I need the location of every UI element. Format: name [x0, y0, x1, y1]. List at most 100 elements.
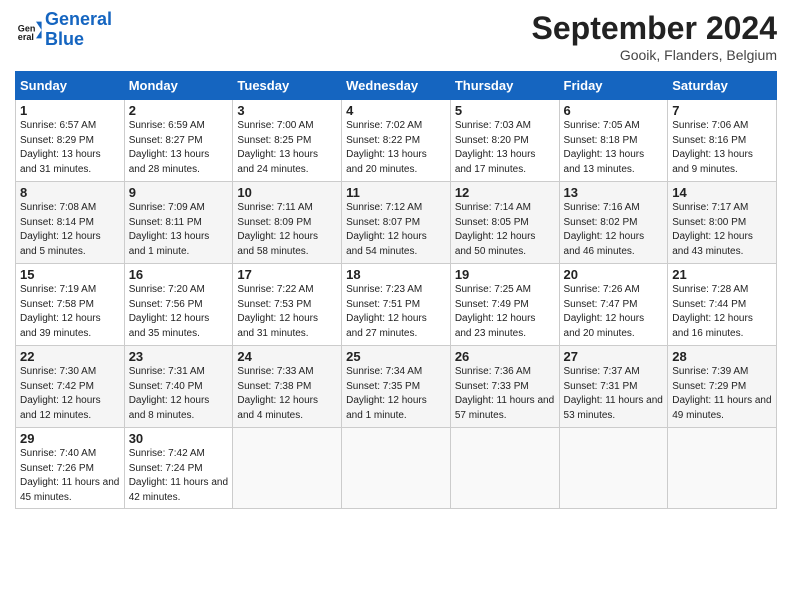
- calendar-cell: 13 Sunrise: 7:16 AMSunset: 8:02 PMDaylig…: [559, 182, 668, 264]
- week-row-3: 15 Sunrise: 7:19 AMSunset: 7:58 PMDaylig…: [16, 264, 777, 346]
- calendar-cell: 19 Sunrise: 7:25 AMSunset: 7:49 PMDaylig…: [450, 264, 559, 346]
- calendar-cell: 29 Sunrise: 7:40 AMSunset: 7:26 PMDaylig…: [16, 428, 125, 509]
- day-number: 1: [20, 103, 120, 118]
- svg-text:eral: eral: [18, 32, 34, 42]
- day-number: 17: [237, 267, 337, 282]
- calendar-cell: [342, 428, 451, 509]
- calendar-cell: 22 Sunrise: 7:30 AMSunset: 7:42 PMDaylig…: [16, 346, 125, 428]
- day-info: Sunrise: 7:19 AMSunset: 7:58 PMDaylight:…: [20, 284, 101, 339]
- calendar-cell: 4 Sunrise: 7:02 AMSunset: 8:22 PMDayligh…: [342, 100, 451, 182]
- calendar-cell: 26 Sunrise: 7:36 AMSunset: 7:33 PMDaylig…: [450, 346, 559, 428]
- day-info: Sunrise: 7:31 AMSunset: 7:40 PMDaylight:…: [129, 366, 210, 421]
- day-number: 18: [346, 267, 446, 282]
- week-row-4: 22 Sunrise: 7:30 AMSunset: 7:42 PMDaylig…: [16, 346, 777, 428]
- calendar-cell: [233, 428, 342, 509]
- calendar-cell: 5 Sunrise: 7:03 AMSunset: 8:20 PMDayligh…: [450, 100, 559, 182]
- week-row-1: 1 Sunrise: 6:57 AMSunset: 8:29 PMDayligh…: [16, 100, 777, 182]
- day-number: 2: [129, 103, 229, 118]
- day-number: 22: [20, 349, 120, 364]
- calendar-cell: 11 Sunrise: 7:12 AMSunset: 8:07 PMDaylig…: [342, 182, 451, 264]
- title-block: September 2024 Gooik, Flanders, Belgium: [532, 10, 777, 63]
- logo: Gen eral General Blue: [15, 10, 112, 50]
- day-info: Sunrise: 7:12 AMSunset: 8:07 PMDaylight:…: [346, 202, 427, 257]
- header-row: SundayMondayTuesdayWednesdayThursdayFrid…: [16, 72, 777, 100]
- day-number: 13: [564, 185, 664, 200]
- day-info: Sunrise: 7:22 AMSunset: 7:53 PMDaylight:…: [237, 284, 318, 339]
- calendar-cell: 8 Sunrise: 7:08 AMSunset: 8:14 PMDayligh…: [16, 182, 125, 264]
- day-info: Sunrise: 7:28 AMSunset: 7:44 PMDaylight:…: [672, 284, 753, 339]
- calendar-cell: 30 Sunrise: 7:42 AMSunset: 7:24 PMDaylig…: [124, 428, 233, 509]
- day-info: Sunrise: 7:14 AMSunset: 8:05 PMDaylight:…: [455, 202, 536, 257]
- col-header-thursday: Thursday: [450, 72, 559, 100]
- day-number: 11: [346, 185, 446, 200]
- col-header-sunday: Sunday: [16, 72, 125, 100]
- day-number: 14: [672, 185, 772, 200]
- calendar-cell: 2 Sunrise: 6:59 AMSunset: 8:27 PMDayligh…: [124, 100, 233, 182]
- day-number: 5: [455, 103, 555, 118]
- day-number: 7: [672, 103, 772, 118]
- calendar-cell: [668, 428, 777, 509]
- calendar-cell: 15 Sunrise: 7:19 AMSunset: 7:58 PMDaylig…: [16, 264, 125, 346]
- day-info: Sunrise: 6:59 AMSunset: 8:27 PMDaylight:…: [129, 120, 210, 175]
- day-number: 6: [564, 103, 664, 118]
- calendar-cell: 3 Sunrise: 7:00 AMSunset: 8:25 PMDayligh…: [233, 100, 342, 182]
- day-info: Sunrise: 7:09 AMSunset: 8:11 PMDaylight:…: [129, 202, 210, 257]
- month-title: September 2024: [532, 10, 777, 47]
- day-number: 21: [672, 267, 772, 282]
- logo-icon: Gen eral: [15, 16, 43, 44]
- day-number: 9: [129, 185, 229, 200]
- calendar-cell: 1 Sunrise: 6:57 AMSunset: 8:29 PMDayligh…: [16, 100, 125, 182]
- calendar-cell: 14 Sunrise: 7:17 AMSunset: 8:00 PMDaylig…: [668, 182, 777, 264]
- calendar-cell: 21 Sunrise: 7:28 AMSunset: 7:44 PMDaylig…: [668, 264, 777, 346]
- day-info: Sunrise: 7:03 AMSunset: 8:20 PMDaylight:…: [455, 120, 536, 175]
- day-number: 27: [564, 349, 664, 364]
- day-number: 30: [129, 431, 229, 446]
- day-number: 26: [455, 349, 555, 364]
- col-header-friday: Friday: [559, 72, 668, 100]
- col-header-tuesday: Tuesday: [233, 72, 342, 100]
- header: Gen eral General Blue September 2024 Goo…: [15, 10, 777, 63]
- logo-line1: General: [45, 9, 112, 29]
- calendar-cell: 9 Sunrise: 7:09 AMSunset: 8:11 PMDayligh…: [124, 182, 233, 264]
- calendar-cell: 25 Sunrise: 7:34 AMSunset: 7:35 PMDaylig…: [342, 346, 451, 428]
- calendar-cell: 17 Sunrise: 7:22 AMSunset: 7:53 PMDaylig…: [233, 264, 342, 346]
- day-number: 12: [455, 185, 555, 200]
- day-info: Sunrise: 7:05 AMSunset: 8:18 PMDaylight:…: [564, 120, 645, 175]
- day-info: Sunrise: 6:57 AMSunset: 8:29 PMDaylight:…: [20, 120, 101, 175]
- day-info: Sunrise: 7:34 AMSunset: 7:35 PMDaylight:…: [346, 366, 427, 421]
- day-number: 8: [20, 185, 120, 200]
- day-info: Sunrise: 7:06 AMSunset: 8:16 PMDaylight:…: [672, 120, 753, 175]
- day-info: Sunrise: 7:30 AMSunset: 7:42 PMDaylight:…: [20, 366, 101, 421]
- day-number: 20: [564, 267, 664, 282]
- location: Gooik, Flanders, Belgium: [532, 47, 777, 63]
- day-info: Sunrise: 7:16 AMSunset: 8:02 PMDaylight:…: [564, 202, 645, 257]
- day-number: 23: [129, 349, 229, 364]
- day-number: 4: [346, 103, 446, 118]
- col-header-monday: Monday: [124, 72, 233, 100]
- day-info: Sunrise: 7:33 AMSunset: 7:38 PMDaylight:…: [237, 366, 318, 421]
- col-header-saturday: Saturday: [668, 72, 777, 100]
- day-number: 29: [20, 431, 120, 446]
- page-container: Gen eral General Blue September 2024 Goo…: [0, 0, 792, 519]
- day-info: Sunrise: 7:00 AMSunset: 8:25 PMDaylight:…: [237, 120, 318, 175]
- day-info: Sunrise: 7:02 AMSunset: 8:22 PMDaylight:…: [346, 120, 427, 175]
- day-info: Sunrise: 7:42 AMSunset: 7:24 PMDaylight:…: [129, 448, 228, 503]
- day-info: Sunrise: 7:17 AMSunset: 8:00 PMDaylight:…: [672, 202, 753, 257]
- day-number: 25: [346, 349, 446, 364]
- day-info: Sunrise: 7:11 AMSunset: 8:09 PMDaylight:…: [237, 202, 318, 257]
- day-info: Sunrise: 7:08 AMSunset: 8:14 PMDaylight:…: [20, 202, 101, 257]
- day-number: 3: [237, 103, 337, 118]
- day-info: Sunrise: 7:26 AMSunset: 7:47 PMDaylight:…: [564, 284, 645, 339]
- logo-text: General Blue: [45, 10, 112, 50]
- day-info: Sunrise: 7:36 AMSunset: 7:33 PMDaylight:…: [455, 366, 554, 421]
- day-info: Sunrise: 7:37 AMSunset: 7:31 PMDaylight:…: [564, 366, 663, 421]
- day-number: 16: [129, 267, 229, 282]
- day-number: 15: [20, 267, 120, 282]
- day-info: Sunrise: 7:25 AMSunset: 7:49 PMDaylight:…: [455, 284, 536, 339]
- calendar-cell: 23 Sunrise: 7:31 AMSunset: 7:40 PMDaylig…: [124, 346, 233, 428]
- day-info: Sunrise: 7:20 AMSunset: 7:56 PMDaylight:…: [129, 284, 210, 339]
- calendar-table: SundayMondayTuesdayWednesdayThursdayFrid…: [15, 71, 777, 509]
- calendar-cell: [450, 428, 559, 509]
- col-header-wednesday: Wednesday: [342, 72, 451, 100]
- week-row-2: 8 Sunrise: 7:08 AMSunset: 8:14 PMDayligh…: [16, 182, 777, 264]
